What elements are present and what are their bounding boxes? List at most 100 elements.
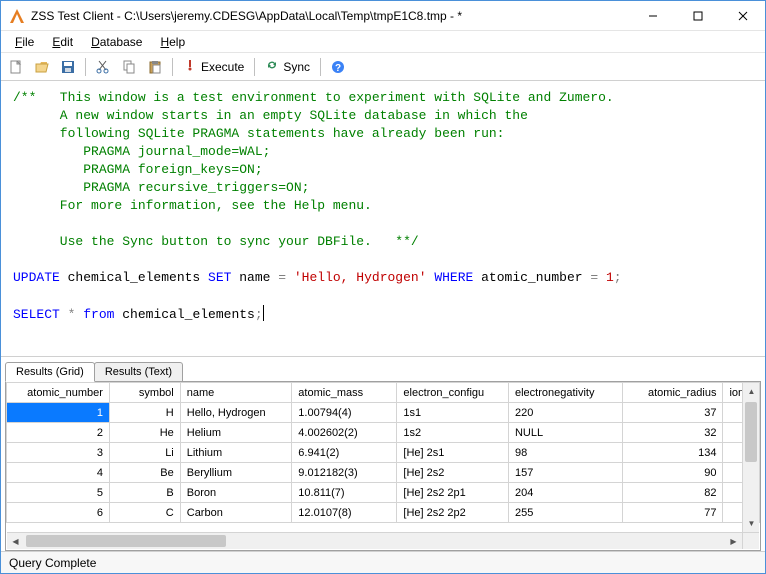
menu-file[interactable]: File: [7, 33, 42, 51]
scroll-down-icon[interactable]: ▼: [743, 515, 760, 532]
cell: 220: [508, 403, 622, 423]
sql-editor[interactable]: /** This window is a test environment to…: [1, 81, 765, 357]
editor-token: from: [83, 307, 114, 322]
editor-comment-line: Use the Sync button to sync your DBFile.…: [13, 234, 419, 249]
cell: 2: [7, 423, 110, 443]
cell: 1s2: [397, 423, 509, 443]
column-header[interactable]: atomic_number: [7, 383, 110, 403]
results-table[interactable]: atomic_number symbol name atomic_mass el…: [6, 382, 760, 523]
editor-token: =: [278, 270, 286, 285]
cell: Be: [109, 463, 180, 483]
minimize-button[interactable]: [630, 1, 675, 30]
scroll-thumb[interactable]: [745, 402, 757, 462]
cell: 134: [622, 443, 723, 463]
scroll-right-icon[interactable]: ▶: [725, 533, 742, 550]
table-row[interactable]: 5 B Boron 10.811(7) [He] 2s2 2p1 204 82: [7, 483, 760, 503]
tab-results-grid[interactable]: Results (Grid): [5, 362, 95, 382]
column-header[interactable]: atomic_mass: [292, 383, 397, 403]
save-icon[interactable]: [57, 56, 79, 78]
cell: [He] 2s2 2p1: [397, 483, 509, 503]
editor-comment-line: PRAGMA journal_mode=WAL;: [13, 144, 270, 159]
editor-comment-line: PRAGMA foreign_keys=ON;: [13, 162, 263, 177]
scroll-left-icon[interactable]: ◀: [7, 533, 24, 550]
scroll-thumb[interactable]: [26, 535, 226, 547]
cell: 6.941(2): [292, 443, 397, 463]
close-button[interactable]: [720, 1, 765, 30]
toolbar-separator: [85, 58, 86, 76]
column-header[interactable]: electron_configu: [397, 383, 509, 403]
tab-results-text[interactable]: Results (Text): [94, 362, 183, 381]
editor-token: chemical_elements: [60, 270, 208, 285]
table-row[interactable]: 3 Li Lithium 6.941(2) [He] 2s1 98 134: [7, 443, 760, 463]
cell: 10.811(7): [292, 483, 397, 503]
toolbar-separator: [172, 58, 173, 76]
execute-label: Execute: [201, 60, 244, 74]
cell: 1s1: [397, 403, 509, 423]
cell: 82: [622, 483, 723, 503]
editor-comment-line: /** This window is a test environment to…: [13, 90, 614, 105]
editor-token: chemical_elements: [114, 307, 254, 322]
paste-icon[interactable]: [144, 56, 166, 78]
menu-help[interactable]: Help: [152, 33, 193, 51]
statusbar: Query Complete: [1, 551, 765, 573]
vertical-scrollbar[interactable]: ▲ ▼: [742, 383, 759, 532]
sync-button[interactable]: Sync: [261, 56, 314, 78]
execute-button[interactable]: Execute: [179, 56, 248, 78]
maximize-button[interactable]: [675, 1, 720, 30]
menu-edit[interactable]: Edit: [44, 33, 81, 51]
cell: Helium: [180, 423, 292, 443]
cell: [He] 2s2: [397, 463, 509, 483]
column-header[interactable]: electronegativity: [508, 383, 622, 403]
titlebar: ZSS Test Client - C:\Users\jeremy.CDESG\…: [1, 1, 765, 31]
cut-icon[interactable]: [92, 56, 114, 78]
cell: Li: [109, 443, 180, 463]
toolbar: Execute Sync ?: [1, 53, 765, 81]
cell: 32: [622, 423, 723, 443]
editor-token: ;: [255, 307, 263, 322]
editor-comment-line: PRAGMA recursive_triggers=ON;: [13, 180, 309, 195]
column-header[interactable]: name: [180, 383, 292, 403]
cell: 1: [7, 403, 110, 423]
cell: He: [109, 423, 180, 443]
cell: 98: [508, 443, 622, 463]
editor-token: ;: [614, 270, 622, 285]
cell: 1.00794(4): [292, 403, 397, 423]
cell: 9.012182(3): [292, 463, 397, 483]
window-title: ZSS Test Client - C:\Users\jeremy.CDESG\…: [31, 9, 630, 23]
column-header[interactable]: symbol: [109, 383, 180, 403]
table-row[interactable]: 1 H Hello, Hydrogen 1.00794(4) 1s1 220 3…: [7, 403, 760, 423]
cell: Hello, Hydrogen: [180, 403, 292, 423]
table-row[interactable]: 6 C Carbon 12.0107(8) [He] 2s2 2p2 255 7…: [7, 503, 760, 523]
editor-caret: [263, 305, 264, 321]
execute-icon: [183, 58, 197, 75]
open-file-icon[interactable]: [31, 56, 53, 78]
cell: 4: [7, 463, 110, 483]
cell: [He] 2s2 2p2: [397, 503, 509, 523]
editor-token: atomic_number: [473, 270, 590, 285]
table-row[interactable]: 4 Be Beryllium 9.012182(3) [He] 2s2 157 …: [7, 463, 760, 483]
scroll-corner: [742, 532, 759, 549]
editor-token: name: [231, 270, 278, 285]
editor-comment-line: following SQLite PRAGMA statements have …: [13, 126, 504, 141]
cell: 12.0107(8): [292, 503, 397, 523]
cell: Lithium: [180, 443, 292, 463]
new-file-icon[interactable]: [5, 56, 27, 78]
scroll-up-icon[interactable]: ▲: [743, 383, 760, 400]
results-tabs: Results (Grid) Results (Text): [5, 359, 761, 381]
cell: 77: [622, 503, 723, 523]
cell: C: [109, 503, 180, 523]
app-icon: [9, 8, 25, 24]
cell: 4.002602(2): [292, 423, 397, 443]
editor-token: UPDATE: [13, 270, 60, 285]
editor-token: *: [60, 307, 83, 322]
table-header-row: atomic_number symbol name atomic_mass el…: [7, 383, 760, 403]
horizontal-scrollbar[interactable]: ◀ ▶: [7, 532, 742, 549]
column-header[interactable]: atomic_radius: [622, 383, 723, 403]
table-row[interactable]: 2 He Helium 4.002602(2) 1s2 NULL 32: [7, 423, 760, 443]
editor-token: 1: [598, 270, 614, 285]
menu-database[interactable]: Database: [83, 33, 150, 51]
cell: H: [109, 403, 180, 423]
help-icon[interactable]: ?: [327, 56, 349, 78]
copy-icon[interactable]: [118, 56, 140, 78]
cell: 37: [622, 403, 723, 423]
